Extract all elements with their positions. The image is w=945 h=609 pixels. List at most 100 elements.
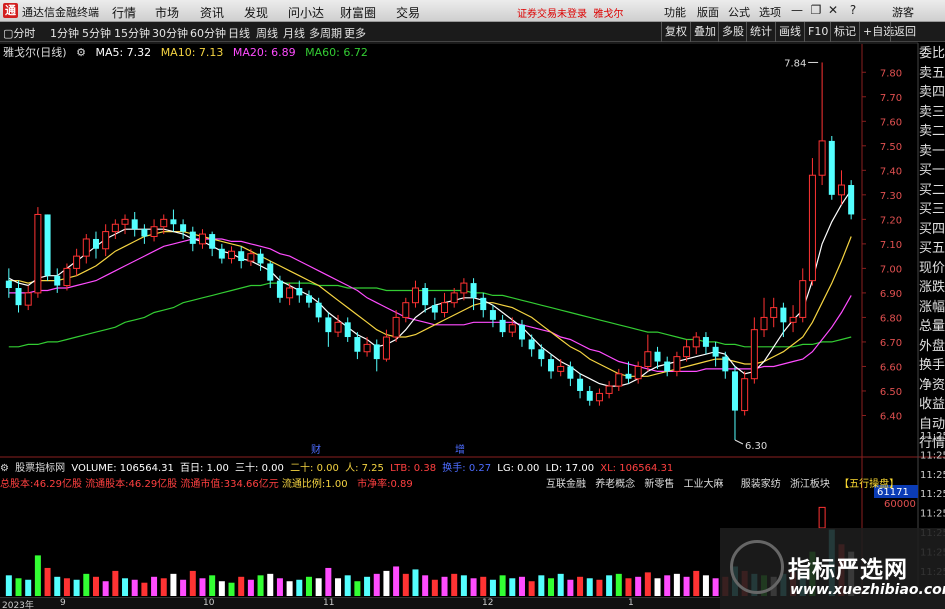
quote-sidebar-item[interactable]: 涨幅 <box>918 298 945 318</box>
menu-wenxiaoda[interactable]: 问小达 <box>288 4 324 21</box>
candle[interactable] <box>848 180 855 220</box>
candle[interactable] <box>73 248 81 276</box>
quote-sidebar-item[interactable]: 买五 <box>918 239 945 259</box>
candle[interactable] <box>837 170 845 205</box>
candle[interactable] <box>508 317 516 338</box>
concept-tag[interactable]: 新零售 <box>644 479 674 490</box>
menu-gongshi[interactable]: 公式 <box>728 4 750 20</box>
quote-sidebar-item[interactable]: 现价 <box>918 259 945 279</box>
period-multi[interactable]: 多周期 <box>309 25 342 41</box>
help-icon[interactable]: ? <box>846 3 860 17</box>
tool-diejia[interactable]: 叠加 <box>690 22 719 42</box>
candle[interactable] <box>392 310 400 342</box>
menu-shichang[interactable]: 市场 <box>155 4 179 21</box>
candle[interactable] <box>799 268 807 323</box>
candle[interactable] <box>586 386 593 406</box>
candle[interactable] <box>305 290 312 308</box>
chart-settings-icon[interactable]: ⚙ <box>76 46 86 59</box>
candle[interactable] <box>24 285 32 311</box>
candle[interactable] <box>422 283 429 313</box>
candle[interactable] <box>141 224 148 244</box>
menu-banmian[interactable]: 版面 <box>697 4 719 20</box>
candle[interactable] <box>489 305 496 328</box>
candle[interactable] <box>180 219 187 239</box>
candle[interactable] <box>170 209 177 232</box>
tool-biaoji[interactable]: 标记 <box>830 22 859 42</box>
candle[interactable] <box>480 292 487 318</box>
tool-duogu[interactable]: 多股 <box>718 22 747 42</box>
candle[interactable] <box>218 243 225 264</box>
candle[interactable] <box>760 297 768 338</box>
candle[interactable] <box>238 246 245 269</box>
quote-sidebar-item[interactable]: 卖三 <box>918 103 945 123</box>
quote-sidebar-item[interactable]: 买四 <box>918 220 945 240</box>
candle[interactable] <box>82 234 90 264</box>
candle[interactable] <box>741 371 749 416</box>
candle[interactable] <box>189 226 196 252</box>
candle[interactable] <box>15 280 22 313</box>
quote-sidebar-item[interactable]: 买一 <box>918 161 945 181</box>
period-1min[interactable]: 1分钟 <box>50 25 79 41</box>
quote-sidebar-item[interactable]: 外盘 <box>918 337 945 357</box>
quote-sidebar-item[interactable]: 涨跌 <box>918 278 945 298</box>
candle[interactable] <box>34 207 42 298</box>
candle[interactable] <box>722 351 729 379</box>
candle[interactable] <box>247 248 255 266</box>
candle[interactable] <box>296 280 303 303</box>
candle[interactable] <box>431 297 438 320</box>
quote-sidebar-item[interactable]: 卖二 <box>918 122 945 142</box>
candle[interactable] <box>198 229 206 249</box>
candle[interactable] <box>131 212 138 237</box>
tool-f10[interactable]: F10 <box>804 22 831 42</box>
candle[interactable] <box>111 219 119 239</box>
concept-tag[interactable]: 互联金融 <box>546 479 586 490</box>
menu-caifuquan[interactable]: 财富圈 <box>340 4 376 21</box>
period-more[interactable]: 更多 <box>344 25 366 41</box>
candle[interactable] <box>595 388 603 406</box>
candle[interactable] <box>577 373 584 399</box>
candle[interactable] <box>325 312 332 347</box>
candle[interactable] <box>702 332 709 355</box>
quote-sidebar-item[interactable]: 卖四 <box>918 83 945 103</box>
candle[interactable] <box>382 329 390 362</box>
candle[interactable] <box>411 280 419 308</box>
time-scrollbar[interactable]: 2023年 9 10 11 12 1 <box>0 597 720 609</box>
volume-settings-icon[interactable]: ⚙ <box>0 463 9 474</box>
concept-tag[interactable]: 工业大麻 <box>684 479 724 490</box>
menu-jiaoyi[interactable]: 交易 <box>396 4 420 21</box>
restore-icon[interactable]: ❐ <box>809 3 823 17</box>
candle[interactable] <box>673 351 681 377</box>
candle[interactable] <box>344 317 351 342</box>
candle[interactable] <box>644 334 652 372</box>
guest-label[interactable]: 游客 <box>892 4 914 20</box>
candle[interactable] <box>460 278 468 301</box>
candle[interactable] <box>150 219 158 242</box>
tool-fanhui[interactable]: 返回 <box>890 22 919 42</box>
candle[interactable] <box>441 292 449 318</box>
quote-sidebar-item[interactable]: 行情 <box>918 434 945 454</box>
candle[interactable] <box>664 356 671 377</box>
candle[interactable] <box>528 334 535 357</box>
indicator-name[interactable]: 股票指标网 <box>15 463 65 474</box>
candle[interactable] <box>712 341 719 367</box>
marker-cai[interactable]: 财 <box>311 443 321 456</box>
candle[interactable] <box>276 275 283 303</box>
quote-sidebar-item[interactable]: 委比 <box>918 44 945 64</box>
menu-faxian[interactable]: 发现 <box>244 4 268 21</box>
kline-chart[interactable]: 7.84 6.30 财 增 7.80 7.70 7.60 7.50 7.40 7.30 7.20 7… <box>0 0 945 609</box>
candle[interactable] <box>818 62 826 186</box>
quote-sidebar-item[interactable]: 卖一 <box>918 142 945 162</box>
minimize-icon[interactable]: — <box>790 3 804 17</box>
login-warning[interactable]: 证券交易未登录 雅戈尔 <box>517 5 623 20</box>
candle[interactable] <box>780 302 787 338</box>
quote-sidebar-item[interactable]: 净资 <box>918 376 945 396</box>
candle[interactable] <box>373 339 380 372</box>
candle[interactable] <box>770 297 778 328</box>
quote-sidebar-item[interactable]: 总量 <box>918 317 945 337</box>
candle[interactable] <box>557 359 565 377</box>
candle[interactable] <box>402 297 410 323</box>
period-fenshi[interactable]: ▢分时 <box>3 25 35 41</box>
candle[interactable] <box>731 366 738 440</box>
menu-gongneng[interactable]: 功能 <box>664 4 686 20</box>
concept-tag[interactable]: 浙江板块 <box>790 479 830 490</box>
